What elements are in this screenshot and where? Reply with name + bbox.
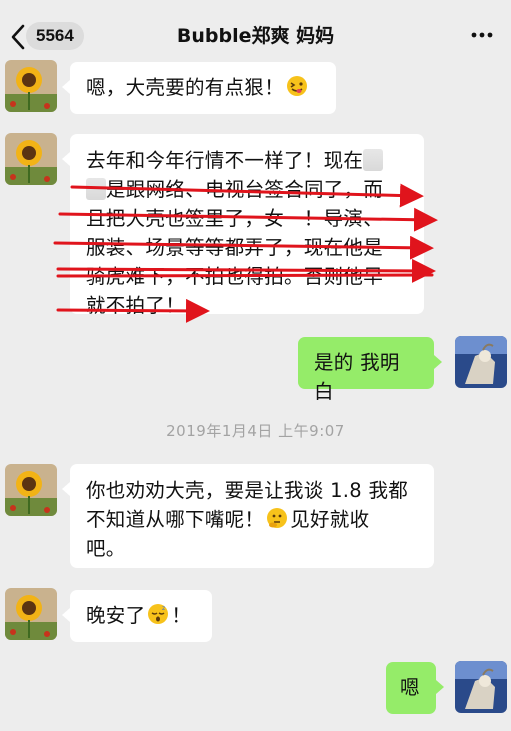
chat-title: Bubble郑爽 妈妈 <box>176 25 335 47</box>
message-text: ！ <box>171 604 192 627</box>
message-text-line: 吧。 <box>86 537 126 560</box>
contact-avatar[interactable] <box>5 60 57 112</box>
squinting-tongue-emoji-icon <box>287 76 308 96</box>
sunflower-avatar-icon <box>5 464 57 516</box>
my-avatar[interactable] <box>455 661 507 713</box>
sunflower-avatar-icon <box>5 588 57 640</box>
sunflower-avatar-icon <box>5 60 57 112</box>
redacted-blur <box>363 149 384 171</box>
chat-timestamp: 2019年1月4日 上午9:07 <box>166 422 345 440</box>
contact-avatar[interactable] <box>5 588 57 640</box>
message-text-line: 且把大壳也签里了，女一！导演、 <box>86 207 384 230</box>
message-text-line: 骑虎难下，不拍也得拍。否则他早 <box>86 265 384 288</box>
message-bubble[interactable]: 晚安了 z ！ <box>62 590 212 642</box>
message-bubble[interactable]: 去年和今年行情不一样了！现在 是跟网络、电视台签合同了，而 且把大壳也签里了，女… <box>62 134 424 317</box>
message-text: 嗯，大壳要的有点狠！ <box>86 76 285 99</box>
goat-avatar-icon <box>455 661 507 713</box>
message-text: 嗯 <box>400 676 420 699</box>
message-bubble[interactable]: 你也劝劝大壳，要是让我谈 1.8 我都 不知道从哪下嘴呢！ 见好就收 吧。 <box>62 464 434 568</box>
message-text-line: 是跟网络、电视台签合同了，而 <box>106 178 384 201</box>
sunflower-avatar-icon <box>5 133 57 185</box>
redacted-blur <box>86 178 106 200</box>
my-avatar[interactable] <box>455 336 507 388</box>
message-text-line: 你也劝劝大壳，要是让我谈 1.8 我都 <box>86 479 409 502</box>
message-bubble-sent[interactable]: 是的 我明白 <box>298 337 442 403</box>
message-text: 晚安了 <box>86 604 146 627</box>
message-bubble-sent[interactable]: 嗯 <box>386 662 444 714</box>
chat-header: 5564 Bubble郑爽 妈妈 <box>0 0 511 66</box>
thinking-emoji-icon <box>267 508 288 528</box>
message-text-line: 服装、场景等等都弄了，现在他是 <box>86 236 384 259</box>
message-text-line: 不知道从哪下嘴呢！ <box>86 508 265 531</box>
message-text-line: 去年和今年行情不一样了！现在 <box>86 149 364 172</box>
message-bubble[interactable]: 嗯，大壳要的有点狠！ <box>62 62 336 114</box>
more-options-icon[interactable] <box>471 32 493 38</box>
sleepy-emoji-icon: z <box>148 604 169 624</box>
contact-avatar[interactable] <box>5 133 57 185</box>
goat-avatar-icon <box>455 336 507 388</box>
message-text-line: 就不拍了！ <box>86 294 186 317</box>
contact-avatar[interactable] <box>5 464 57 516</box>
svg-text:z: z <box>162 605 165 612</box>
message-text-line: 见好就收 <box>290 508 370 531</box>
message-text: 是的 我明白 <box>314 351 400 403</box>
